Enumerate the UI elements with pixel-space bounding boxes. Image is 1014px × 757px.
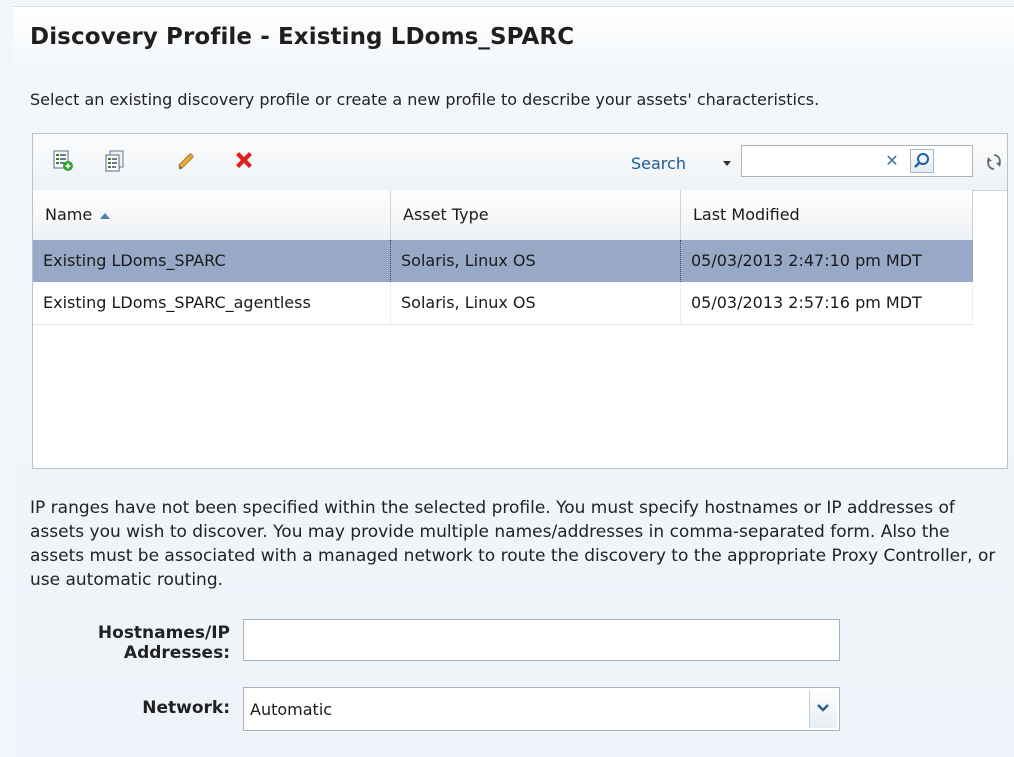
search-icon[interactable] xyxy=(910,149,934,173)
hostnames-label: Hostnames/IP Addresses: xyxy=(40,623,230,663)
table-toolbar: Search ✕ xyxy=(33,134,1007,191)
page-description: Select an existing discovery profile or … xyxy=(30,90,820,109)
edit-pencil-icon[interactable] xyxy=(175,150,197,172)
column-header-label: Asset Type xyxy=(403,205,489,224)
table-row[interactable]: Existing LDoms_SPARC_agentless Solaris, … xyxy=(33,282,973,325)
search-dropdown[interactable]: Search xyxy=(631,154,686,173)
ip-range-info-text: IP ranges have not been specified within… xyxy=(30,498,996,590)
column-header-asset-type[interactable]: Asset Type xyxy=(391,190,681,240)
cell-last-modified: 05/03/2013 2:57:16 pm MDT xyxy=(681,282,973,324)
search-caret-icon[interactable] xyxy=(723,161,731,166)
cell-asset-type: Solaris, Linux OS xyxy=(391,240,681,282)
chevron-down-icon xyxy=(817,704,829,712)
hostnames-label-line2: Addresses: xyxy=(123,643,230,663)
cell-last-modified: 05/03/2013 2:47:10 pm MDT xyxy=(691,251,922,270)
refresh-icon[interactable] xyxy=(985,152,1003,172)
cell-name: Existing LDoms_SPARC xyxy=(33,240,391,282)
column-header-last-modified[interactable]: Last Modified xyxy=(681,190,973,240)
column-header-label: Name xyxy=(45,205,93,224)
dropdown-button[interactable] xyxy=(809,690,837,728)
sort-ascending-icon[interactable] xyxy=(100,212,111,219)
network-select[interactable]: Automatic xyxy=(243,687,840,731)
search-input[interactable] xyxy=(744,149,873,175)
cell-name: Existing LDoms_SPARC_agentless xyxy=(33,282,391,324)
clear-icon[interactable]: ✕ xyxy=(882,151,902,171)
network-selected-value: Automatic xyxy=(250,700,333,719)
create-profile-icon[interactable] xyxy=(52,150,74,172)
hostnames-label-line1: Hostnames/IP xyxy=(97,623,230,643)
table-row[interactable]: Existing LDoms_SPARC Solaris, Linux OS 0… xyxy=(33,240,973,282)
delete-x-icon[interactable] xyxy=(233,150,255,172)
table-header: Name Asset Type Last Modified xyxy=(33,190,973,241)
profiles-table: Search ✕ Name Asset Type Last Modified E… xyxy=(32,133,1008,469)
duplicate-profile-icon[interactable] xyxy=(104,150,126,172)
hostnames-field-box xyxy=(243,619,840,661)
hostnames-input[interactable] xyxy=(248,626,837,656)
network-label: Network: xyxy=(142,698,230,718)
page-title: Discovery Profile - Existing LDoms_SPARC xyxy=(30,24,575,50)
cell-asset-type: Solaris, Linux OS xyxy=(391,282,681,324)
column-header-label: Last Modified xyxy=(693,205,800,224)
search-box: ✕ xyxy=(741,145,973,177)
column-header-name[interactable]: Name xyxy=(33,190,391,240)
